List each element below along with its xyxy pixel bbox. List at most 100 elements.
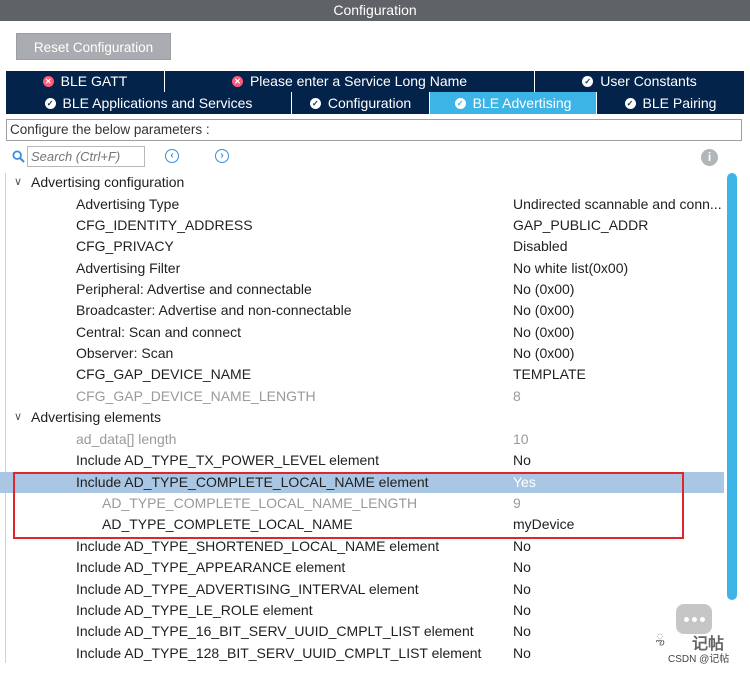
tab-configuration[interactable]: ✓ Configuration: [292, 92, 430, 114]
param-value[interactable]: No white list(0x00): [513, 258, 628, 279]
param-value[interactable]: Yes: [513, 472, 536, 493]
param-value: 9: [513, 495, 521, 511]
param-row-readonly: ad_data[] length 10: [0, 429, 740, 450]
check-icon: ✓: [309, 97, 321, 109]
param-name: Include AD_TYPE_128_BIT_SERV_UUID_CMPLT_…: [76, 645, 482, 661]
param-name: Advertising Filter: [76, 260, 181, 276]
param-name: Include AD_TYPE_COMPLETE_LOCAL_NAME elem…: [76, 474, 429, 490]
search-input[interactable]: [27, 146, 145, 167]
swirl-icon: ౢ: [656, 626, 665, 642]
param-row[interactable]: Peripheral: Advertise and connectable No…: [0, 279, 740, 300]
param-row[interactable]: Advertising Filter No white list(0x00): [0, 258, 740, 279]
check-icon: ✓: [582, 76, 594, 87]
param-value[interactable]: No: [513, 557, 531, 578]
tab-user-constants[interactable]: ✓ User Constants: [535, 71, 744, 92]
param-name: Central: Scan and connect: [76, 324, 241, 340]
vertical-scrollbar[interactable]: [727, 173, 737, 600]
check-icon: ✓: [454, 97, 466, 109]
param-value: 10: [513, 431, 529, 447]
next-result-icon[interactable]: ›: [215, 149, 229, 163]
param-name: CFG_IDENTITY_ADDRESS: [76, 217, 253, 233]
param-name: AD_TYPE_COMPLETE_LOCAL_NAME_LENGTH: [102, 495, 418, 511]
param-name: CFG_GAP_DEVICE_NAME_LENGTH: [76, 388, 316, 404]
tab-row-bottom: ✓ BLE Applications and Services ✓ Config…: [6, 92, 744, 114]
param-value[interactable]: No: [513, 450, 531, 471]
param-value[interactable]: Disabled: [513, 236, 567, 257]
param-row-readonly: CFG_GAP_DEVICE_NAME_LENGTH 8: [0, 386, 740, 407]
param-name: Broadcaster: Advertise and non-connectab…: [76, 302, 352, 318]
param-value[interactable]: No: [513, 600, 531, 621]
tab-ble-pairing[interactable]: ✓ BLE Pairing: [597, 92, 744, 114]
param-value[interactable]: GAP_PUBLIC_ADDR: [513, 215, 648, 236]
tab-ble-gatt[interactable]: ✕ BLE GATT: [6, 71, 165, 92]
param-value[interactable]: No (0x00): [513, 279, 574, 300]
tab-ble-applications[interactable]: ✓ BLE Applications and Services: [6, 92, 292, 114]
param-row[interactable]: Include AD_TYPE_LE_ROLE element No: [0, 600, 740, 621]
group-label: Advertising elements: [31, 409, 161, 425]
tab-label: BLE Pairing: [642, 94, 717, 111]
group-advertising-elements[interactable]: ∨ Advertising elements: [0, 407, 740, 428]
param-name: Include AD_TYPE_APPEARANCE element: [76, 559, 346, 575]
param-value[interactable]: No: [513, 536, 531, 557]
param-row[interactable]: Observer: Scan No (0x00): [0, 343, 740, 364]
param-row[interactable]: CFG_IDENTITY_ADDRESS GAP_PUBLIC_ADDR: [0, 215, 740, 236]
param-name: Observer: Scan: [76, 345, 174, 361]
param-value[interactable]: No (0x00): [513, 322, 574, 343]
param-row[interactable]: Advertising Type Undirected scannable an…: [0, 194, 740, 215]
param-name: Include AD_TYPE_ADVERTISING_INTERVAL ele…: [76, 581, 419, 597]
param-value[interactable]: No: [513, 621, 531, 642]
info-icon[interactable]: i: [701, 149, 718, 166]
search-icon: [12, 150, 25, 163]
param-value[interactable]: No (0x00): [513, 300, 574, 321]
param-name: Include AD_TYPE_SHORTENED_LOCAL_NAME ele…: [76, 538, 440, 554]
param-row[interactable]: Central: Scan and connect No (0x00): [0, 322, 740, 343]
param-row[interactable]: Include AD_TYPE_ADVERTISING_INTERVAL ele…: [0, 579, 740, 600]
parameters-label: Configure the below parameters :: [6, 119, 742, 141]
tab-ble-advertising[interactable]: ✓ BLE Advertising: [430, 92, 597, 114]
tab-service-long-name[interactable]: ✕ Please enter a Service Long Name: [165, 71, 535, 92]
chevron-down-icon[interactable]: ∨: [14, 172, 22, 193]
param-value[interactable]: TEMPLATE: [513, 364, 586, 385]
group-label: Advertising configuration: [31, 174, 185, 190]
param-row[interactable]: Include AD_TYPE_APPEARANCE element No: [0, 557, 740, 578]
previous-result-icon[interactable]: ‹: [165, 149, 179, 163]
param-name: Include AD_TYPE_TX_POWER_LEVEL element: [76, 452, 379, 468]
param-row[interactable]: CFG_PRIVACY Disabled: [0, 236, 740, 257]
param-row[interactable]: Broadcaster: Advertise and non-connectab…: [0, 300, 740, 321]
param-name: CFG_GAP_DEVICE_NAME: [76, 366, 252, 382]
tab-label: Please enter a Service Long Name: [249, 73, 468, 89]
reset-configuration-button[interactable]: Reset Configuration: [16, 33, 171, 60]
tab-label: Configuration: [327, 94, 412, 111]
param-row-selected[interactable]: Include AD_TYPE_COMPLETE_LOCAL_NAME elem…: [0, 472, 724, 493]
param-row[interactable]: Include AD_TYPE_TX_POWER_LEVEL element N…: [0, 450, 740, 471]
tab-row-top: ✕ BLE GATT ✕ Please enter a Service Long…: [6, 71, 744, 92]
param-row[interactable]: Include AD_TYPE_128_BIT_SERV_UUID_CMPLT_…: [0, 643, 740, 664]
param-row[interactable]: Include AD_TYPE_16_BIT_SERV_UUID_CMPLT_L…: [0, 621, 740, 642]
param-row[interactable]: CFG_GAP_DEVICE_NAME TEMPLATE: [0, 364, 740, 385]
param-value[interactable]: No: [513, 643, 531, 664]
param-value[interactable]: No: [513, 579, 531, 600]
watermark: ౢ 记帖 CSDN @记帖: [656, 604, 742, 665]
tab-label: BLE Advertising: [472, 94, 572, 111]
param-name: Peripheral: Advertise and connectable: [76, 281, 312, 297]
watermark-caption: CSDN @记帖: [668, 654, 730, 665]
param-name: CFG_PRIVACY: [76, 238, 174, 254]
error-icon: ✕: [42, 76, 54, 87]
param-name: ad_data[] length: [76, 431, 177, 447]
group-advertising-configuration[interactable]: ∨ Advertising configuration: [0, 172, 740, 193]
tab-label: BLE Applications and Services: [62, 94, 253, 111]
param-value: 8: [513, 388, 521, 404]
tab-label: BLE GATT: [60, 73, 128, 89]
param-row[interactable]: AD_TYPE_COMPLETE_LOCAL_NAME myDevice: [0, 514, 740, 535]
param-value[interactable]: myDevice: [513, 514, 574, 535]
param-name: Advertising Type: [76, 196, 180, 212]
param-name: AD_TYPE_COMPLETE_LOCAL_NAME: [102, 516, 353, 532]
check-icon: ✓: [44, 97, 56, 109]
param-value[interactable]: No (0x00): [513, 343, 574, 364]
param-row-readonly: AD_TYPE_COMPLETE_LOCAL_NAME_LENGTH 9: [0, 493, 740, 514]
param-row[interactable]: Include AD_TYPE_SHORTENED_LOCAL_NAME ele…: [0, 536, 740, 557]
param-value[interactable]: Undirected scannable and conn...: [513, 194, 722, 215]
tab-label: User Constants: [600, 73, 697, 89]
chevron-down-icon[interactable]: ∨: [14, 407, 22, 428]
check-icon: ✓: [624, 97, 636, 109]
